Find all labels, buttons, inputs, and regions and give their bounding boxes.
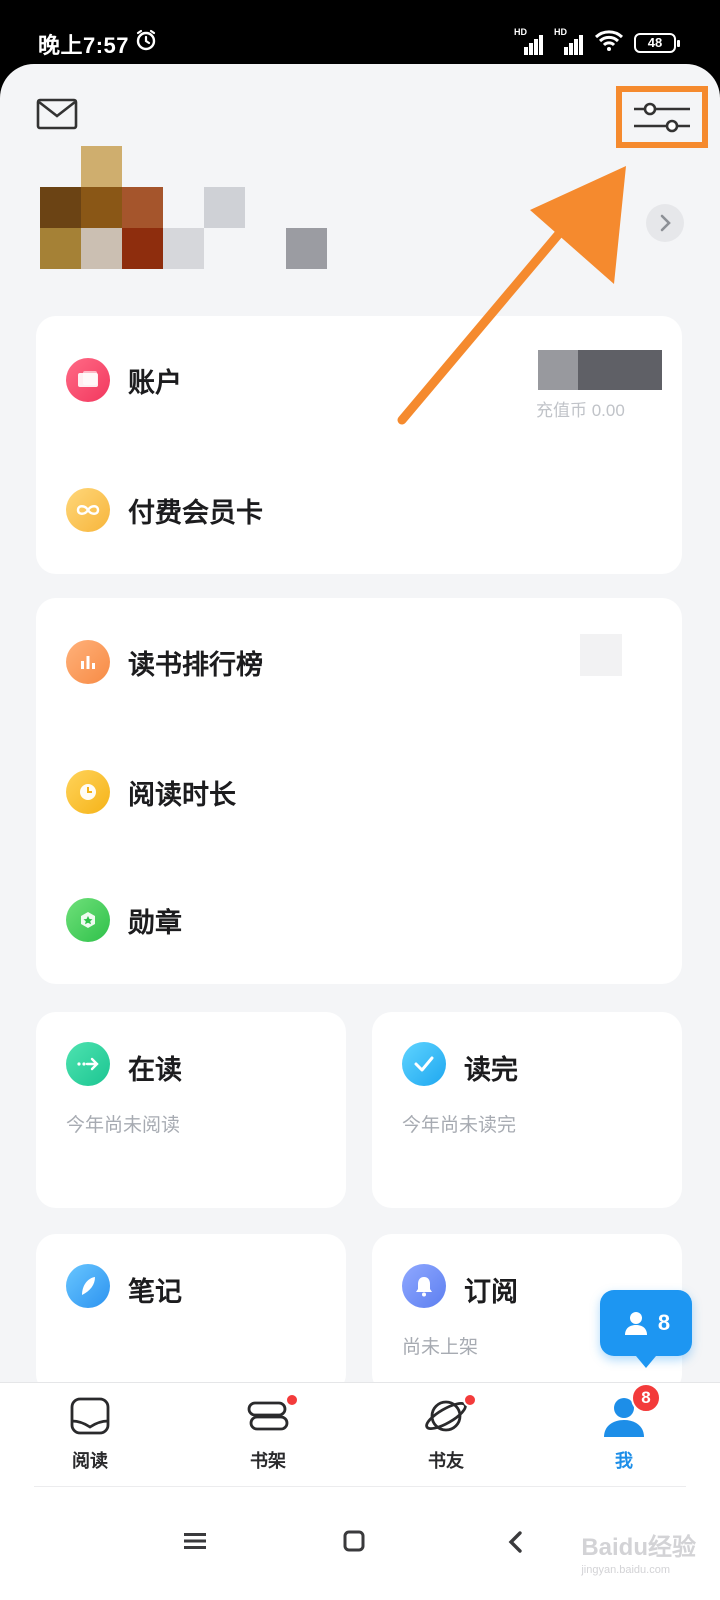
watermark-url: jingyan.baidu.com — [581, 1564, 670, 1576]
tab-bookshelf-label: 书架 — [250, 1451, 286, 1471]
alarm-icon — [134, 28, 158, 57]
watermark-brand: Baidu经验 — [581, 1534, 696, 1561]
avatar[interactable] — [40, 146, 332, 270]
ranking-mosaic — [580, 634, 622, 676]
menu-icon[interactable] — [182, 1530, 208, 1557]
back-icon[interactable] — [506, 1530, 526, 1559]
medal-row[interactable]: 勋章 — [66, 898, 182, 942]
tab-me-label: 我 — [615, 1451, 633, 1471]
medal-label: 勋章 — [128, 907, 182, 938]
friends-count: 8 — [657, 1310, 671, 1335]
check-icon — [402, 1042, 446, 1086]
signal-hd-label: HD — [514, 26, 527, 37]
friends-dot — [463, 1393, 477, 1407]
profile-page: 账户 付费会员卡 充值币 0.00 读书排行榜 阅读时长 勋章 在读 今年尚未阅… — [0, 64, 720, 1600]
feather-icon — [66, 1264, 110, 1308]
wallet-icon — [66, 358, 110, 402]
friends-float-button[interactable]: 8 — [600, 1290, 692, 1368]
signal-hd-label: HD — [554, 26, 567, 37]
bell-icon — [402, 1264, 446, 1308]
vip-card-label: 付费会员卡 — [128, 497, 263, 528]
account-label: 账户 — [128, 367, 182, 398]
chevron-right-icon[interactable] — [646, 204, 684, 242]
infinity-icon — [66, 488, 110, 532]
balance-text: 充值币 0.00 — [536, 401, 625, 420]
tab-reading-label: 阅读 — [72, 1451, 108, 1471]
sliders-icon[interactable] — [628, 94, 696, 140]
finished-title: 读完 — [464, 1055, 518, 1085]
reading-time-row[interactable]: 阅读时长 — [66, 770, 236, 814]
signal-icon: HD — [554, 27, 584, 55]
finished-subtitle: 今年尚未读完 — [402, 1115, 517, 1136]
books-stack-icon — [245, 1393, 299, 1439]
bottom-tab-bar: 阅读 书架 书友 8 我 — [0, 1382, 720, 1486]
tab-reading[interactable]: 阅读 — [40, 1393, 140, 1483]
watermark-logo: Baidu经验 jingyan.baidu.com — [581, 1527, 696, 1576]
tab-friends-label: 书友 — [428, 1451, 464, 1471]
user-icon — [624, 1312, 647, 1335]
arrow-right-icon — [66, 1042, 110, 1086]
tab-me[interactable]: 8 我 — [574, 1383, 674, 1483]
tab-friends[interactable]: 书友 — [396, 1393, 496, 1483]
planet-icon — [423, 1393, 477, 1439]
finished-card[interactable]: 读完 今年尚未读完 — [372, 1012, 682, 1208]
account-row[interactable]: 账户 — [66, 358, 182, 402]
ranking-row[interactable]: 读书排行榜 — [66, 640, 263, 684]
divider — [34, 1486, 686, 1487]
reading-subtitle: 今年尚未阅读 — [66, 1115, 181, 1136]
signal-icon: HD — [514, 27, 544, 55]
bookshelf-dot — [285, 1393, 299, 1407]
reading-card[interactable]: 在读 今年尚未阅读 — [36, 1012, 346, 1208]
book-open-icon — [67, 1393, 113, 1439]
tab-bookshelf[interactable]: 书架 — [218, 1393, 318, 1483]
bar-chart-icon — [66, 640, 110, 684]
ranking-label: 读书排行榜 — [128, 649, 263, 680]
mail-icon[interactable] — [36, 98, 78, 130]
medal-icon — [66, 898, 110, 942]
user-filled-icon: 8 — [601, 1383, 661, 1439]
me-badge: 8 — [631, 1383, 661, 1413]
wifi-icon — [594, 28, 624, 57]
notes-title: 笔记 — [128, 1277, 182, 1307]
status-time: 晚上7:57 — [38, 33, 130, 58]
system-nav-bar: Baidu经验 jingyan.baidu.com — [0, 1486, 720, 1600]
balance-mosaic — [538, 350, 662, 390]
battery-icon: 48 — [634, 32, 680, 53]
notes-card[interactable]: 笔记 — [36, 1234, 346, 1394]
vip-card-row[interactable]: 付费会员卡 — [66, 488, 263, 532]
clock-icon — [66, 770, 110, 814]
home-icon[interactable] — [342, 1530, 366, 1557]
subscribe-subtitle: 尚未上架 — [402, 1337, 479, 1358]
reading-title: 在读 — [128, 1055, 182, 1085]
status-bar: 晚上7:57 HD HD 48 — [0, 0, 720, 66]
reading-time-label: 阅读时长 — [128, 779, 236, 810]
subscribe-title: 订阅 — [464, 1277, 518, 1307]
